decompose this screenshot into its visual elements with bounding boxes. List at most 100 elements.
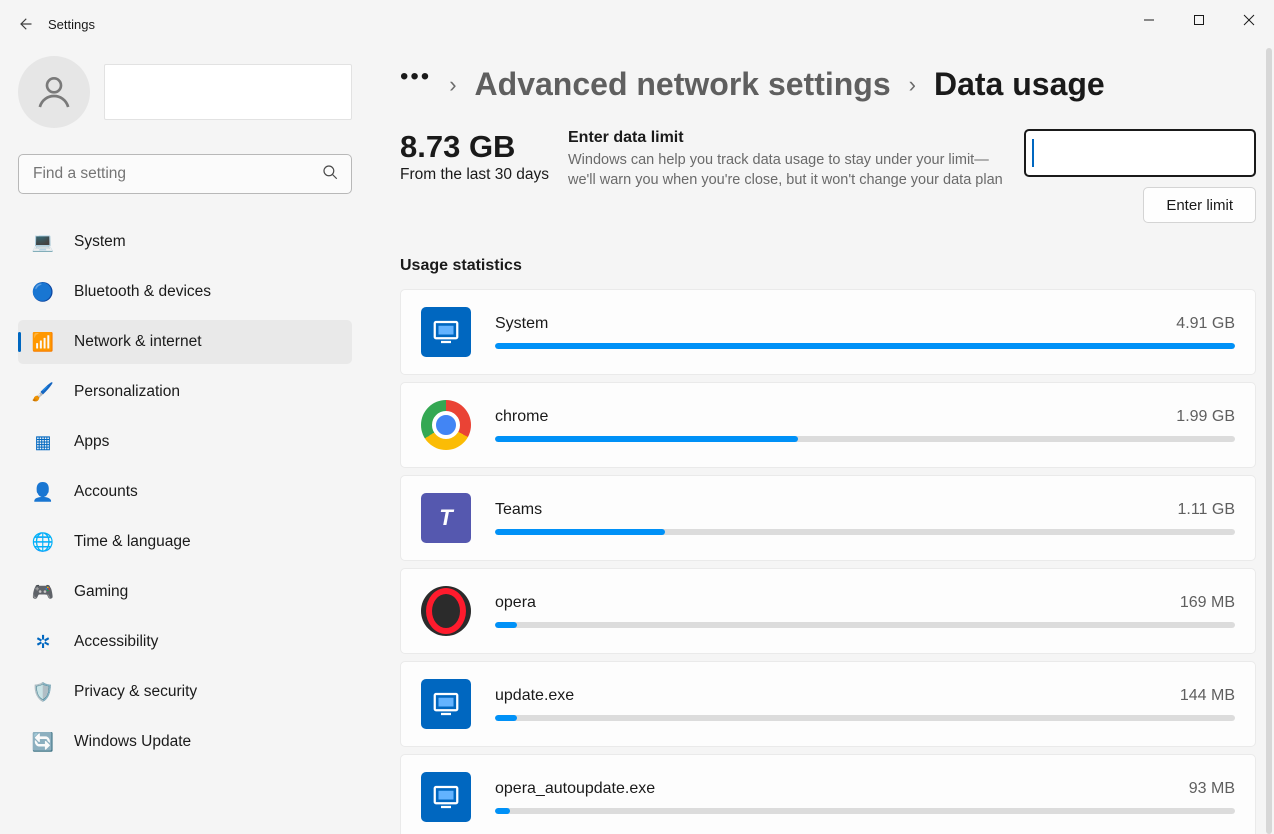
data-limit-controls: Enter limit: [1008, 129, 1256, 223]
sidebar-item-label: Apps: [74, 433, 109, 451]
sidebar-item-label: Windows Update: [74, 733, 191, 751]
window-title: Settings: [48, 17, 95, 32]
chevron-right-icon: ›: [449, 72, 456, 98]
usage-row[interactable]: T Teams1.11 GB: [400, 475, 1256, 561]
titlebar: Settings: [0, 0, 1274, 48]
avatar: [18, 56, 90, 128]
data-usage-summary-row: 8.73 GB From the last 30 days Enter data…: [400, 129, 1256, 223]
app-name: System: [495, 315, 548, 333]
sidebar-item-label: Network & internet: [74, 333, 202, 351]
update-app-icon: [421, 772, 471, 822]
usage-row-body: Teams1.11 GB: [495, 501, 1235, 535]
close-button[interactable]: [1224, 0, 1274, 40]
usage-bar-fill: [495, 529, 665, 535]
nav: 💻System 🔵 Bluetooth & devices 📶 Network & in…: [18, 220, 352, 764]
personalization-icon: 🖌️: [32, 381, 54, 403]
usage-bar: [495, 343, 1235, 349]
breadcrumb-overflow-button[interactable]: •••: [400, 63, 431, 91]
sidebar-item-label: Time & language: [74, 533, 191, 551]
sidebar-item-gaming[interactable]: 🎮Gaming: [18, 570, 352, 614]
sidebar-item-label: Privacy & security: [74, 683, 197, 701]
sidebar-item-label: Accessibility: [74, 633, 158, 651]
usage-summary: 8.73 GB From the last 30 days: [400, 129, 568, 186]
back-button[interactable]: [0, 0, 48, 48]
app-usage-size: 1.99 GB: [1176, 408, 1235, 426]
usage-row-body: System 4.91 GB: [495, 315, 1235, 349]
usage-bar: [495, 622, 1235, 628]
usage-bar: [495, 808, 1235, 814]
usage-row[interactable]: update.exe 144 MB: [400, 661, 1256, 747]
app-name: Teams: [495, 501, 542, 519]
sidebar-item-windows-update[interactable]: 🔄Windows Update: [18, 720, 352, 764]
chrome-app-icon: [421, 400, 471, 450]
sidebar-item-privacy-security[interactable]: 🛡️Privacy & security: [18, 670, 352, 714]
sidebar-item-apps[interactable]: ▦ Apps: [18, 420, 352, 464]
sidebar: 💻System 🔵 Bluetooth & devices 📶 Network & in…: [0, 48, 370, 834]
bluetooth-icon: 🔵: [32, 281, 54, 303]
interface-dropdown[interactable]: [1024, 129, 1256, 177]
data-limit-heading: Enter data limit: [568, 129, 1008, 147]
breadcrumb-parent-link[interactable]: Advanced network settings: [475, 66, 891, 103]
user-box[interactable]: [18, 56, 352, 128]
window-controls: [1124, 0, 1274, 40]
maximize-button[interactable]: [1174, 0, 1224, 40]
search-box[interactable]: [18, 154, 352, 194]
total-usage-value: 8.73 GB: [400, 129, 568, 165]
content: ••• › Advanced network settings › Data u…: [370, 48, 1274, 834]
sidebar-item-bluetooth-devices[interactable]: 🔵 Bluetooth & devices: [18, 270, 352, 314]
user-name-field: [104, 64, 352, 120]
sidebar-item-label: Bluetooth & devices: [74, 283, 211, 301]
app-usage-size: 144 MB: [1180, 687, 1235, 705]
chevron-right-icon: ›: [909, 72, 916, 98]
opera-app-icon: [421, 586, 471, 636]
update-app-icon: [421, 679, 471, 729]
usage-row[interactable]: opera_autoupdate.exe93 MB: [400, 754, 1256, 834]
breadcrumb: ••• › Advanced network settings › Data u…: [400, 66, 1256, 103]
gaming-icon: 🎮: [32, 581, 54, 603]
sidebar-item-accounts[interactable]: 👤 Accounts: [18, 470, 352, 514]
usage-bar: [495, 529, 1235, 535]
sidebar-item-time-language[interactable]: 🌐 Time & language: [18, 520, 352, 564]
usage-bar: [495, 436, 1235, 442]
accounts-icon: 👤: [32, 481, 54, 503]
usage-row-body: opera 169 MB: [495, 594, 1235, 628]
app-name: opera_autoupdate.exe: [495, 780, 655, 798]
sidebar-item-network-internet[interactable]: 📶 Network & internet: [18, 320, 352, 364]
usage-period-label: From the last 30 days: [400, 165, 568, 186]
network-icon: 📶: [32, 331, 54, 353]
app-usage-size: 4.91 GB: [1176, 315, 1235, 333]
usage-bar-fill: [495, 715, 517, 721]
usage-statistics-heading: Usage statistics: [400, 257, 1256, 275]
accessibility-icon: ✲: [32, 631, 54, 653]
usage-statistics-list: System 4.91 GB chrome1.99 GB T Teams1.11 GB o…: [400, 289, 1256, 834]
time-icon: 🌐: [32, 531, 54, 553]
app-name: update.exe: [495, 687, 574, 705]
vertical-scrollbar[interactable]: [1266, 48, 1272, 834]
system-app-icon: [421, 307, 471, 357]
usage-bar-fill: [495, 343, 1235, 349]
enter-limit-button[interactable]: Enter limit: [1143, 187, 1256, 223]
apps-icon: ▦: [32, 431, 54, 453]
search-icon: [321, 163, 339, 186]
sidebar-item-accessibility[interactable]: ✲ Accessibility: [18, 620, 352, 664]
sidebar-item-label: Accounts: [74, 483, 138, 501]
usage-row-body: chrome1.99 GB: [495, 408, 1235, 442]
sidebar-item-personalization[interactable]: 🖌️ Personalization: [18, 370, 352, 414]
usage-bar: [495, 715, 1235, 721]
sidebar-item-label: System: [74, 233, 126, 251]
sidebar-item-label: Personalization: [74, 383, 180, 401]
minimize-button[interactable]: [1124, 0, 1174, 40]
usage-row[interactable]: chrome1.99 GB: [400, 382, 1256, 468]
usage-row[interactable]: opera 169 MB: [400, 568, 1256, 654]
usage-row-body: opera_autoupdate.exe93 MB: [495, 780, 1235, 814]
app-name: opera: [495, 594, 536, 612]
usage-row-body: update.exe 144 MB: [495, 687, 1235, 721]
usage-row[interactable]: System 4.91 GB: [400, 289, 1256, 375]
page-title: Data usage: [934, 66, 1105, 103]
teams-app-icon: T: [421, 493, 471, 543]
sidebar-item-system[interactable]: 💻System: [18, 220, 352, 264]
search-input[interactable]: [31, 164, 321, 184]
data-limit-text: Windows can help you track data usage to…: [568, 151, 1008, 190]
app-usage-size: 169 MB: [1180, 594, 1235, 612]
data-limit-description: Enter data limit Windows can help you tr…: [568, 129, 1008, 190]
